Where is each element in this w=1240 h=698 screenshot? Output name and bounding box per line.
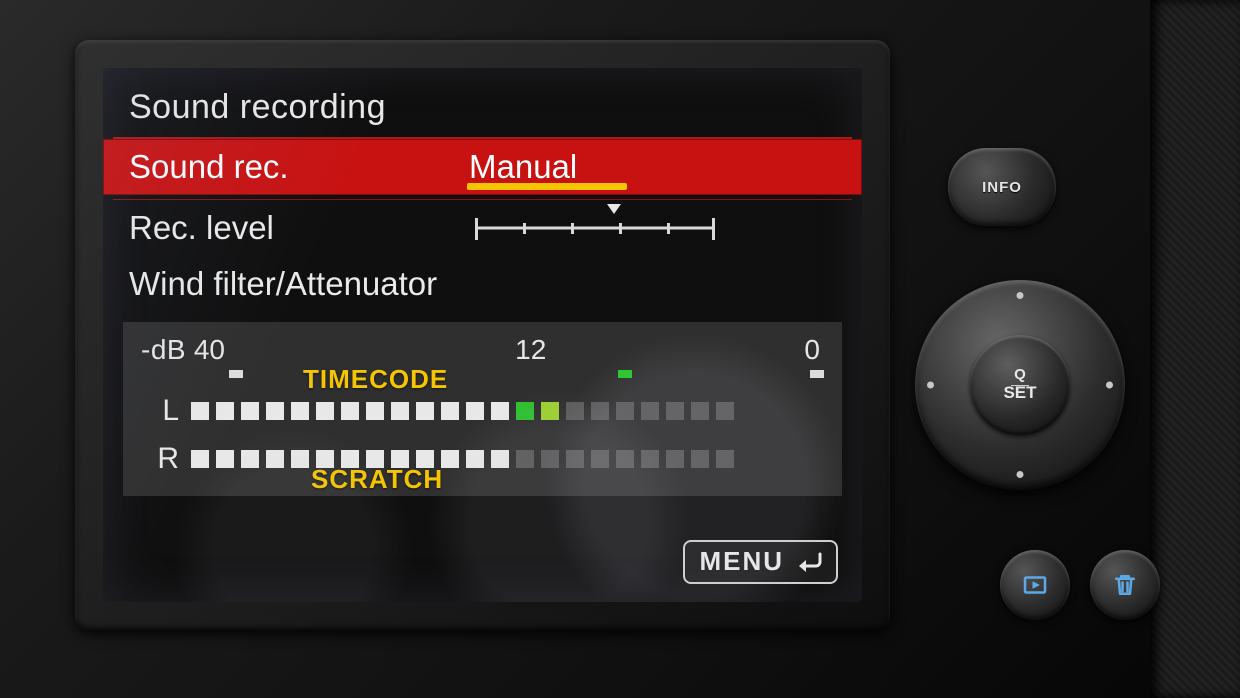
dpad-right-indicator	[1106, 382, 1113, 389]
meter-segment	[716, 402, 734, 420]
meter-segment	[191, 402, 209, 420]
menu-button-label: MENU	[699, 546, 784, 577]
meter-segment	[266, 402, 284, 420]
db-scale-12: 12	[515, 334, 546, 366]
lcd-bezel: Sound recording Sound rec. Manual Rec. l…	[75, 40, 890, 630]
meter-channel-right: R	[141, 442, 824, 476]
sound-rec-value: Manual	[469, 148, 577, 185]
meter-segment	[491, 450, 509, 468]
rec-level-slider[interactable]	[475, 214, 715, 242]
meter-segment	[291, 450, 309, 468]
menu-item-rec-level[interactable]: Rec. level	[103, 200, 862, 256]
meter-segment	[291, 402, 309, 420]
menu-back-button[interactable]: MENU	[683, 540, 838, 584]
meter-segment	[666, 450, 684, 468]
camera-grip-texture	[1150, 0, 1240, 698]
set-button-q-label: Q	[1014, 367, 1026, 384]
meter-segment	[591, 402, 609, 420]
set-button-label: SET	[1003, 384, 1036, 403]
db-scale-0: 0	[804, 334, 820, 366]
meter-segment	[216, 402, 234, 420]
meter-segment	[316, 402, 334, 420]
annotation-underline	[467, 183, 627, 190]
meter-segment	[541, 450, 559, 468]
info-button-label: INFO	[982, 179, 1022, 196]
playback-button[interactable]	[1000, 550, 1070, 620]
menu-item-sound-rec[interactable]: Sound rec. Manual	[103, 139, 862, 195]
meter-segment	[691, 450, 709, 468]
meter-segment	[241, 450, 259, 468]
db-tick-40	[229, 370, 243, 378]
annotation-timecode: TIMECODE	[303, 364, 448, 395]
meter-segment	[216, 450, 234, 468]
dpad-down-indicator	[1017, 471, 1024, 478]
dpad-up-indicator	[1017, 292, 1024, 299]
meter-segment	[341, 402, 359, 420]
meter-segment	[391, 402, 409, 420]
meter-segment	[616, 402, 634, 420]
meter-segment	[516, 402, 534, 420]
db-tick-0	[810, 370, 824, 378]
camera-body: Sound recording Sound rec. Manual Rec. l…	[0, 0, 1240, 698]
info-button[interactable]: INFO	[948, 148, 1056, 226]
menu-item-label: Rec. level	[129, 209, 469, 247]
dpad-left-indicator	[927, 382, 934, 389]
meter-segment	[466, 402, 484, 420]
meter-segment	[541, 402, 559, 420]
annotation-scratch: SCRATCH	[311, 464, 443, 495]
play-icon	[1020, 570, 1050, 600]
meter-segment	[641, 450, 659, 468]
meter-segment	[441, 450, 459, 468]
db-scale-label: -dB 40	[141, 334, 229, 366]
menu-item-value: Manual	[469, 148, 836, 186]
meter-channel-left: L	[141, 394, 824, 428]
meter-segment	[641, 402, 659, 420]
meter-segment	[566, 402, 584, 420]
set-button[interactable]: Q SET	[970, 335, 1070, 435]
menu-item-label: Sound rec.	[129, 148, 469, 186]
menu-item-label: Wind filter/Attenuator	[129, 265, 437, 303]
meter-segment	[191, 450, 209, 468]
lcd-screen: Sound recording Sound rec. Manual Rec. l…	[103, 68, 862, 602]
meter-segment	[416, 402, 434, 420]
meter-segment	[241, 402, 259, 420]
meter-segment	[691, 402, 709, 420]
meter-segment	[616, 450, 634, 468]
meter-segment	[591, 450, 609, 468]
slider-marker	[607, 204, 621, 214]
meter-segment	[466, 450, 484, 468]
menu-item-wind-filter[interactable]: Wind filter/Attenuator	[103, 256, 862, 312]
db-tick-12	[618, 370, 632, 378]
meter-segment	[716, 450, 734, 468]
channel-label-left: L	[141, 394, 181, 428]
meter-segment	[491, 402, 509, 420]
audio-meter-panel: -dB 40 12 0	[123, 322, 842, 496]
delete-button[interactable]	[1090, 550, 1160, 620]
meter-segment	[266, 450, 284, 468]
meter-segment	[366, 402, 384, 420]
meter-segment	[666, 402, 684, 420]
meter-segment	[441, 402, 459, 420]
trash-icon	[1110, 570, 1140, 600]
channel-label-right: R	[141, 442, 181, 476]
meter-segment	[516, 450, 534, 468]
meter-segment	[566, 450, 584, 468]
return-icon	[794, 551, 824, 573]
dpad[interactable]: Q SET	[915, 280, 1125, 490]
page-title: Sound recording	[103, 88, 862, 133]
